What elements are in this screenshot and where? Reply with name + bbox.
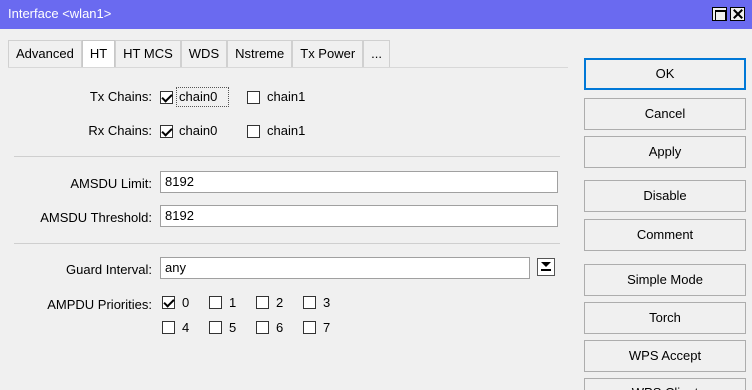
title-bar: Interface <wlan1>: [0, 0, 752, 29]
tab-wds[interactable]: WDS: [180, 40, 228, 68]
torch-button[interactable]: Torch: [584, 302, 746, 334]
ampdu-priority-5-label: 5: [229, 320, 237, 335]
cancel-button[interactable]: Cancel: [584, 98, 746, 130]
wps-accept-button[interactable]: WPS Accept: [584, 340, 746, 372]
tab-advanced[interactable]: Advanced: [8, 40, 82, 68]
ampdu-priority-4-checkbox[interactable]: [162, 321, 175, 334]
guard-interval-select[interactable]: any: [160, 257, 530, 279]
tx-chain0-label: chain0: [179, 89, 218, 104]
close-icon[interactable]: [730, 7, 745, 21]
section-divider: [14, 243, 560, 244]
ok-button[interactable]: OK: [584, 58, 746, 90]
tx-chain0-checkbox[interactable]: [160, 91, 173, 104]
amsdu-threshold-label: AMSDU Threshold:: [40, 210, 152, 225]
ampdu-priorities-label: AMPDU Priorities:: [47, 297, 152, 312]
rx-chain1-label: chain1: [267, 123, 306, 138]
ampdu-priority-7-checkbox[interactable]: [303, 321, 316, 334]
guard-interval-label: Guard Interval:: [66, 262, 152, 277]
section-divider: [14, 156, 560, 157]
apply-button[interactable]: Apply: [584, 136, 746, 168]
wps-client-button[interactable]: WPS Client: [584, 378, 746, 390]
disable-button[interactable]: Disable: [584, 180, 746, 212]
ampdu-priority-3-checkbox[interactable]: [303, 296, 316, 309]
tab-strip: Advanced HT HT MCS WDS Nstreme Tx Power …: [8, 40, 390, 68]
ampdu-priority-6-label: 6: [276, 320, 284, 335]
ampdu-priority-2-checkbox[interactable]: [256, 296, 269, 309]
ampdu-priority-6-checkbox[interactable]: [256, 321, 269, 334]
amsdu-limit-input[interactable]: 8192: [160, 171, 558, 193]
amsdu-threshold-input[interactable]: 8192: [160, 205, 558, 227]
simple-mode-button[interactable]: Simple Mode: [584, 264, 746, 296]
amsdu-limit-label: AMSDU Limit:: [70, 176, 152, 191]
tab-ht[interactable]: HT: [81, 40, 116, 68]
ampdu-priority-3-label: 3: [323, 295, 331, 310]
ampdu-priority-7-label: 7: [323, 320, 331, 335]
tab-nstreme[interactable]: Nstreme: [227, 40, 293, 68]
tab-ht-mcs[interactable]: HT MCS: [115, 40, 181, 68]
dropdown-arrow-icon[interactable]: [537, 258, 555, 276]
ht-tab-panel: [8, 67, 568, 390]
ampdu-priority-0-label: 0: [182, 295, 190, 310]
rx-chain0-checkbox[interactable]: [160, 125, 173, 138]
maximize-icon[interactable]: [712, 7, 727, 21]
rx-chain0-label: chain0: [179, 123, 218, 138]
ampdu-priority-0-checkbox[interactable]: [162, 296, 175, 309]
rx-chain1-checkbox[interactable]: [247, 125, 260, 138]
ampdu-priority-1-label: 1: [229, 295, 237, 310]
tx-chains-label: Tx Chains:: [89, 89, 152, 104]
tx-chain1-label: chain1: [267, 89, 306, 104]
ampdu-priority-5-checkbox[interactable]: [209, 321, 222, 334]
tab-more[interactable]: ...: [363, 40, 390, 68]
window-title: Interface <wlan1>: [8, 6, 112, 21]
tx-chain1-checkbox[interactable]: [247, 91, 260, 104]
tab-tx-power[interactable]: Tx Power: [292, 40, 364, 68]
ampdu-priority-1-checkbox[interactable]: [209, 296, 222, 309]
ampdu-priority-2-label: 2: [276, 295, 284, 310]
ampdu-priority-4-label: 4: [182, 320, 190, 335]
rx-chains-label: Rx Chains:: [88, 123, 152, 138]
comment-button[interactable]: Comment: [584, 219, 746, 251]
